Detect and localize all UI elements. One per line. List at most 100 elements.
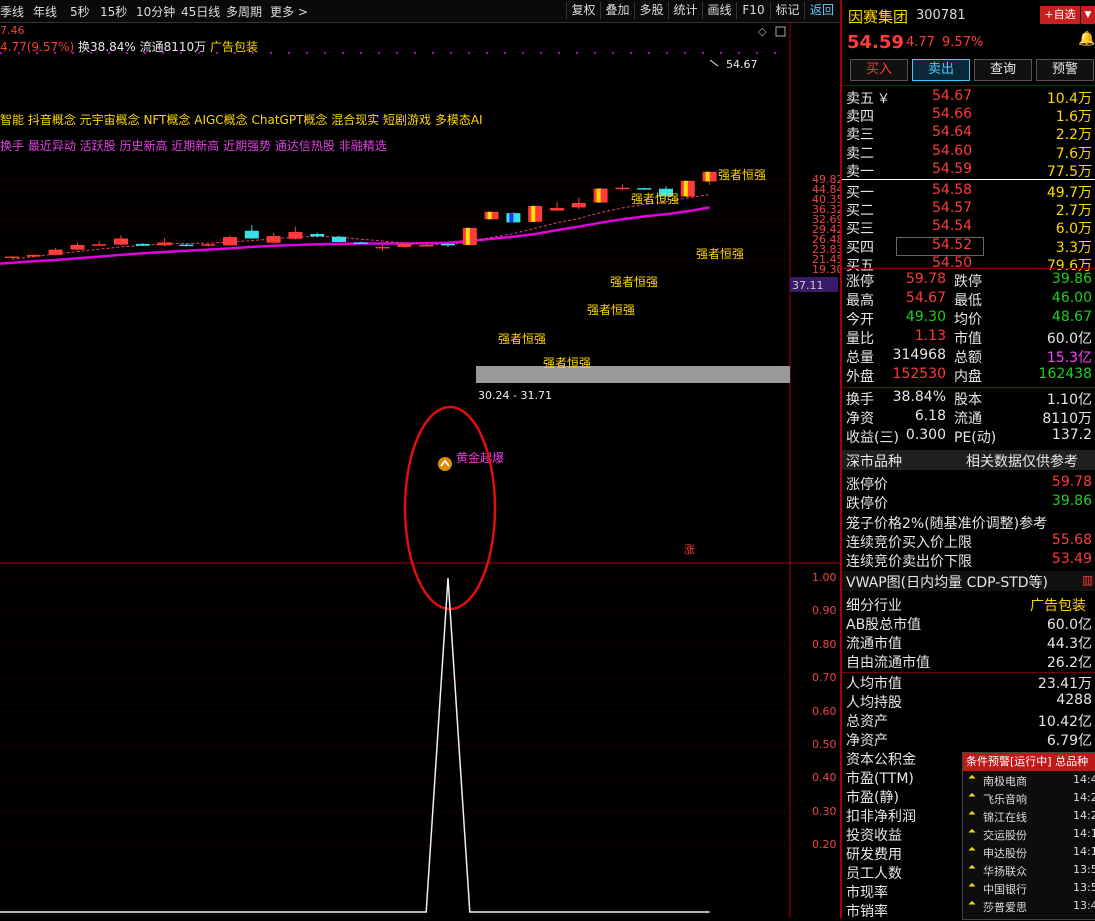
alert-row[interactable]: ⏶ 交运股份 14:1 bbox=[963, 825, 1095, 843]
alert-row[interactable]: ⏶ 锦江在线 14:2 bbox=[963, 807, 1095, 825]
alert-stock-name[interactable]: 申达股份 bbox=[983, 845, 1027, 861]
up-arrow-icon: ⏶ bbox=[968, 772, 976, 783]
fundamental-value: 10.42亿 bbox=[1037, 714, 1092, 730]
up-arrow-icon: ⏶ bbox=[968, 844, 976, 855]
stat-row: 总量 314968 总额 15.3亿 bbox=[846, 347, 1095, 366]
orderbook-price: 54.64 bbox=[932, 124, 973, 141]
period-15s[interactable]: 15秒 bbox=[100, 3, 127, 20]
fundamental-row: AB股总市值 60.0亿 bbox=[846, 614, 1095, 633]
period-more[interactable]: 更多 > bbox=[270, 3, 308, 20]
stat-value: 49.30 bbox=[905, 309, 946, 325]
stats-button[interactable]: 统计 bbox=[668, 2, 702, 19]
alert-row[interactable]: ⏶ 中国银行 13:5 bbox=[963, 879, 1095, 897]
limit-value: 59.78 bbox=[1051, 474, 1092, 490]
indicator-tick: 0.90 bbox=[812, 604, 837, 618]
stat-label: 流通 bbox=[954, 411, 982, 427]
fundamental-label: 投资收益 bbox=[846, 828, 902, 844]
candle-body bbox=[310, 234, 325, 237]
indicator-tick: 0.40 bbox=[812, 771, 837, 785]
fundamental-row: 净资产 6.79亿 bbox=[846, 730, 1095, 749]
draw-button[interactable]: 画线 bbox=[702, 2, 736, 19]
alert-stock-name[interactable]: 莎普爱思 bbox=[983, 899, 1027, 915]
price-tick: 19.30 bbox=[812, 262, 844, 276]
stat-value: 1.13 bbox=[914, 328, 946, 344]
alert-stock-name[interactable]: 中国银行 bbox=[983, 881, 1027, 897]
range-label: 30.24 - 31.71 bbox=[478, 389, 552, 402]
alert-stock-name[interactable]: 南极电商 bbox=[983, 773, 1027, 789]
alert-button[interactable]: 预警 bbox=[1036, 59, 1094, 81]
orderbook-price: 54.67 bbox=[932, 88, 973, 104]
add-watchlist-button[interactable]: +自选 bbox=[1040, 6, 1080, 24]
annotation-label: 强者恒强 bbox=[543, 356, 591, 370]
stat-row: 净资 6.18 流通 8110万 bbox=[846, 408, 1095, 427]
alert-row[interactable]: ⏶ 飞乐音响 14:2 bbox=[963, 789, 1095, 807]
alert-stock-name[interactable]: 锦江在线 bbox=[983, 809, 1027, 825]
stat-value: 54.67 bbox=[905, 290, 946, 306]
orderbook-divider bbox=[842, 179, 1095, 180]
stat-row: 收益(三) 0.300 PE(动) 137.2 bbox=[846, 427, 1095, 446]
fundamental-value: 26.2亿 bbox=[1046, 655, 1092, 671]
orderbook-volume: 3.3万 bbox=[1055, 239, 1092, 256]
alert-time: 13:5 bbox=[1073, 881, 1095, 894]
stat-label: 跌停 bbox=[954, 274, 982, 290]
orderbook-label: 买三 bbox=[846, 221, 874, 238]
stat-row: 最高 54.67 最低 46.00 bbox=[846, 290, 1095, 309]
fuquan-button[interactable]: 复权 bbox=[566, 2, 600, 19]
auction-value: 55.68 bbox=[1051, 532, 1092, 548]
f10-button[interactable]: F10 bbox=[736, 2, 770, 19]
alert-row[interactable]: ⏶ 莎普爱思 13:4 bbox=[963, 897, 1095, 915]
kline-chart[interactable]: ◇ 强者恒强强者恒强强者恒强强者恒强强者恒强强者恒强强者恒强黄金起爆30.24 … bbox=[0, 22, 840, 918]
stat-label: 最低 bbox=[954, 293, 982, 309]
alert-time: 14:2 bbox=[1073, 791, 1095, 804]
alert-row[interactable]: ⏶ 南极电商 14:4 bbox=[963, 771, 1095, 789]
stat-value: 46.00 bbox=[1051, 290, 1092, 306]
orderbook-volume: 6.0万 bbox=[1055, 221, 1092, 238]
period-5s[interactable]: 5秒 bbox=[70, 3, 90, 20]
bell-icon[interactable]: 🔔 bbox=[1078, 31, 1095, 47]
back-button[interactable]: 返回 bbox=[804, 2, 839, 19]
stock-name: 因赛集团 bbox=[848, 8, 909, 26]
mark-button[interactable]: 标记 bbox=[770, 2, 804, 19]
period-multi[interactable]: 多周期 bbox=[226, 3, 262, 20]
orderbook-label: 卖一 bbox=[846, 163, 874, 180]
alert-row[interactable]: ⏶ 申达股份 14:1 bbox=[963, 843, 1095, 861]
fundamental-value: 23.41万 bbox=[1037, 676, 1092, 692]
limit-label: 跌停价 bbox=[846, 496, 888, 512]
fundamental-value: 60.0亿 bbox=[1046, 617, 1092, 633]
chart-icon[interactable]: ▥ bbox=[1082, 573, 1093, 587]
limit-row: 跌停价 39.86 bbox=[846, 493, 1095, 512]
alert-row[interactable]: ⏶ 华扬联众 13:5 bbox=[963, 861, 1095, 879]
stat-value: 15.3亿 bbox=[1046, 350, 1092, 366]
orderbook-price: 54.57 bbox=[932, 200, 973, 217]
candle-body bbox=[615, 187, 630, 190]
period-year[interactable]: 年线 bbox=[33, 3, 57, 20]
period-45day[interactable]: 45日线 bbox=[181, 3, 220, 20]
stat-label: 涨停 bbox=[846, 274, 874, 290]
buy-button[interactable]: 买入 bbox=[850, 59, 908, 81]
stat-label: 最高 bbox=[846, 293, 874, 309]
multi-stock-button[interactable]: 多股 bbox=[634, 2, 668, 19]
candle-body bbox=[637, 188, 652, 190]
overlay-button[interactable]: 叠加 bbox=[600, 2, 634, 19]
stat-label: 净资 bbox=[846, 411, 874, 427]
sell-button[interactable]: 卖出 bbox=[912, 59, 970, 81]
orderbook-row: 卖三 54.64 2.2万 bbox=[846, 124, 1095, 143]
period-quarter[interactable]: 季线 bbox=[0, 3, 24, 20]
industry-value[interactable]: 广告包装 bbox=[1030, 595, 1086, 615]
alert-stock-name[interactable]: 交运股份 bbox=[983, 827, 1027, 843]
highlight-ellipse bbox=[403, 405, 497, 611]
window-icon[interactable] bbox=[775, 26, 786, 37]
fund-divider bbox=[842, 672, 1095, 673]
candle-body bbox=[441, 243, 455, 246]
query-button[interactable]: 查询 bbox=[974, 59, 1032, 81]
vwap-bar[interactable]: VWAP图(日内均量 CDP-STD等) ▥ bbox=[842, 571, 1095, 591]
period-10min[interactable]: 10分钟 bbox=[136, 3, 175, 20]
orderbook-row: 卖二 54.60 7.6万 bbox=[846, 143, 1095, 162]
alert-stock-name[interactable]: 飞乐音响 bbox=[983, 791, 1027, 807]
fundamental-row: 自由流通市值 26.2亿 bbox=[846, 652, 1095, 671]
fundamental-label: 人均市值 bbox=[846, 676, 902, 692]
condition-alert-panel[interactable]: 条件预警[运行中] 总品种 ⏶ 南极电商 14:4 ⏶ 飞乐音响 14:2 ⏶ 锦江在线 14:… bbox=[962, 752, 1095, 920]
alert-stock-name[interactable]: 华扬联众 bbox=[983, 863, 1027, 879]
chevron-down-icon[interactable]: ▼ bbox=[1081, 6, 1095, 24]
diamond-icon[interactable]: ◇ bbox=[758, 25, 767, 38]
